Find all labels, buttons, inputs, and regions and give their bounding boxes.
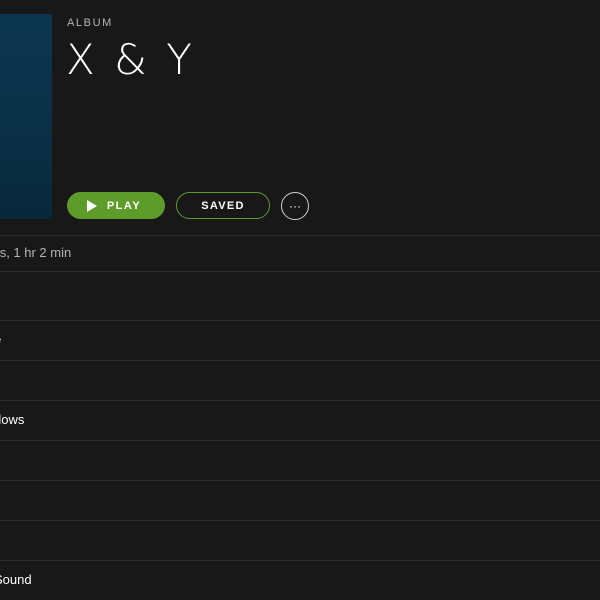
play-button[interactable]: PLAY [67,192,165,219]
saved-button-label: SAVED [201,199,245,212]
divider [0,360,600,361]
divider [0,271,600,272]
more-icon: ··· [289,199,301,213]
saved-button[interactable]: SAVED [176,192,270,219]
album-cover[interactable] [0,14,52,219]
divider [0,400,600,401]
divider [0,320,600,321]
album-type-label: ALBUM [67,17,113,29]
divider [0,235,600,236]
track-row[interactable]: Sound [0,572,32,587]
more-options-button[interactable]: ··· [281,192,309,220]
track-row[interactable]: e [0,332,1,347]
divider [0,440,600,441]
divider [0,560,600,561]
play-icon [86,199,97,212]
track-row[interactable]: dows [0,412,24,427]
play-button-label: PLAY [106,199,142,212]
divider [0,520,600,521]
album-meta: ongs, 1 hr 2 min [0,245,72,260]
album-title: X & Y [66,35,195,84]
divider [0,480,600,481]
